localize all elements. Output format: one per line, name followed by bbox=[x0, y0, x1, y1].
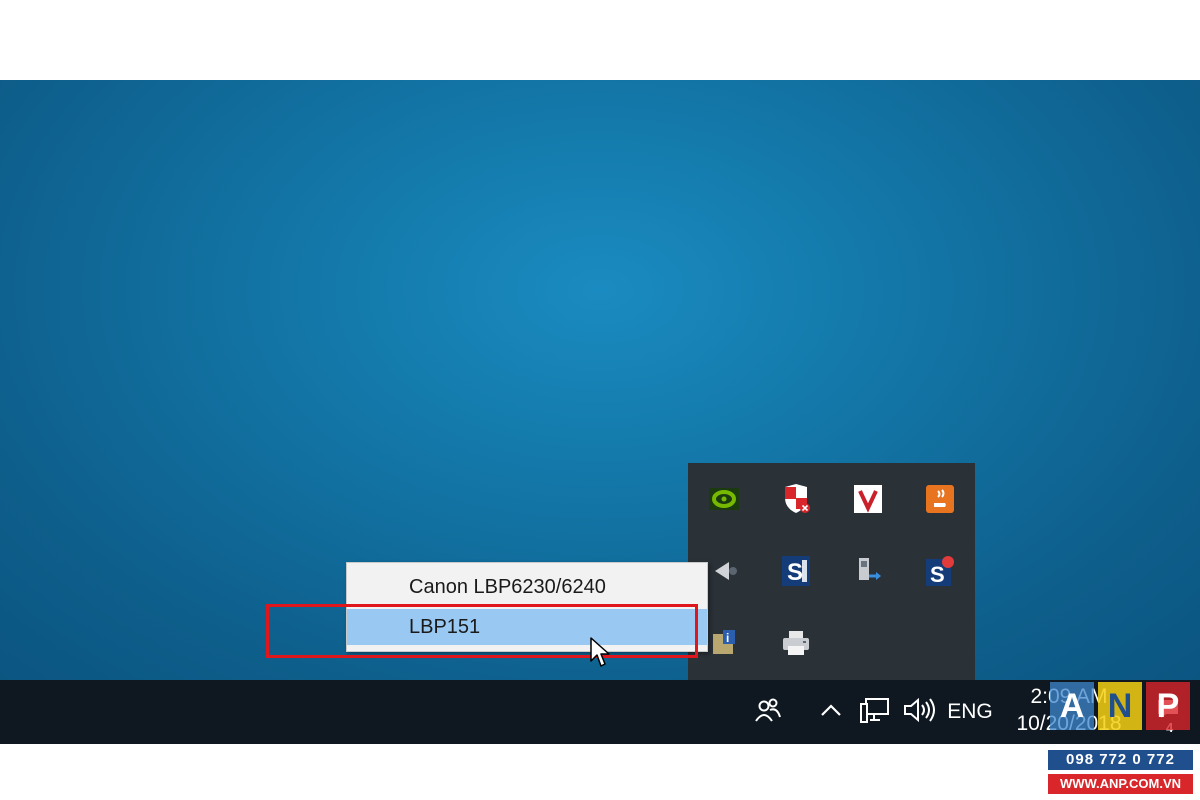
network-icon bbox=[860, 696, 890, 729]
nvidia-tray-item[interactable] bbox=[688, 463, 760, 535]
people-icon bbox=[754, 697, 782, 728]
java-icon bbox=[924, 483, 956, 515]
svg-text:S: S bbox=[930, 562, 945, 586]
media-icon bbox=[708, 555, 740, 587]
network-button[interactable] bbox=[856, 680, 894, 744]
printer-icon bbox=[780, 627, 812, 659]
logo-letter-p: P bbox=[1146, 682, 1190, 730]
usb-device-tray-item[interactable] bbox=[832, 535, 904, 607]
s-app-tray-item[interactable]: S bbox=[760, 535, 832, 607]
usb-device-icon bbox=[852, 555, 884, 587]
mouse-cursor-icon bbox=[590, 637, 612, 674]
v-app-tray-item[interactable] bbox=[832, 463, 904, 535]
logo-letter-n: N bbox=[1098, 682, 1142, 730]
java-tray-item[interactable] bbox=[904, 463, 976, 535]
security-shield-icon bbox=[780, 483, 812, 515]
s-app-icon: S bbox=[780, 555, 812, 587]
v-app-icon bbox=[852, 483, 884, 515]
logo-letter-a: A bbox=[1050, 682, 1094, 730]
printer-tray-item[interactable] bbox=[760, 607, 832, 679]
watermark-logo: A N P 098 772 0 772 WWW.ANP.COM.VN bbox=[1048, 682, 1193, 797]
svg-text:i: i bbox=[726, 631, 729, 645]
svg-text:S: S bbox=[787, 559, 803, 586]
security-tray-item[interactable] bbox=[760, 463, 832, 535]
menu-item-canon-lbp6230[interactable]: Canon LBP6230/6240 bbox=[347, 569, 707, 605]
watermark-phone: 098 772 0 772 bbox=[1048, 750, 1193, 770]
tray-overflow-panel: S S i bbox=[688, 463, 975, 680]
watermark-website: WWW.ANP.COM.VN bbox=[1048, 774, 1193, 794]
highlight-box bbox=[266, 604, 698, 658]
s-app-badge-tray-item[interactable]: S bbox=[904, 535, 976, 607]
info-device-icon: i bbox=[708, 627, 740, 659]
nvidia-icon bbox=[708, 483, 740, 515]
volume-button[interactable] bbox=[899, 680, 939, 744]
people-button[interactable] bbox=[748, 680, 788, 744]
chevron-up-icon bbox=[819, 702, 843, 723]
language-indicator[interactable]: ENG bbox=[944, 680, 996, 744]
volume-icon bbox=[902, 697, 936, 728]
s-app-badge-icon: S bbox=[924, 555, 956, 587]
show-hidden-icons-button[interactable] bbox=[815, 680, 847, 744]
